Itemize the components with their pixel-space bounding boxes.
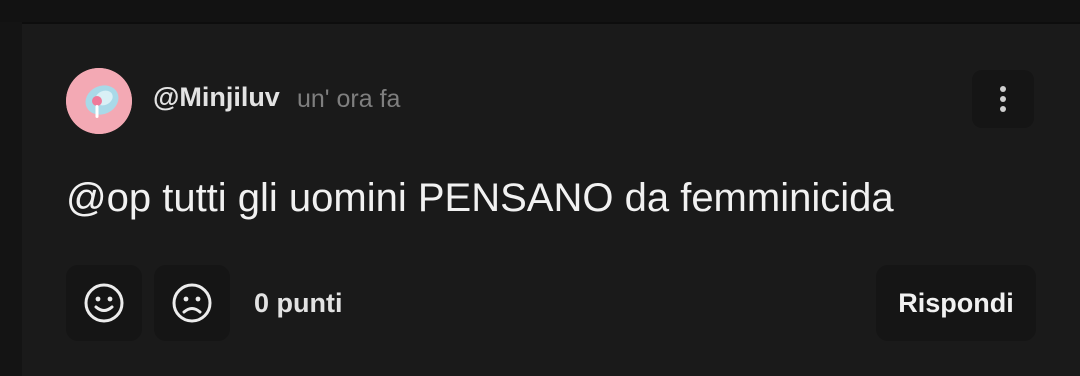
reply-button[interactable]: Rispondi xyxy=(876,265,1036,341)
avatar[interactable] xyxy=(66,68,132,134)
comment-card: @Minjiluv un' ora fa @op tutti gli uomin… xyxy=(22,24,1080,376)
vertical-dots-icon xyxy=(1000,86,1006,112)
username[interactable]: @Minjiluv xyxy=(153,82,280,113)
more-options-button[interactable] xyxy=(972,70,1034,128)
frown-icon xyxy=(172,283,212,323)
points-count: 0 punti xyxy=(254,288,343,318)
upvote-button[interactable] xyxy=(66,265,142,341)
timestamp: un' ora fa xyxy=(297,85,401,113)
downvote-button[interactable] xyxy=(154,265,230,341)
comment-text: @op tutti gli uomini PENSANO da femminic… xyxy=(66,176,894,220)
left-gutter xyxy=(0,22,22,376)
avatar-image xyxy=(66,68,132,134)
smile-icon xyxy=(84,283,124,323)
previous-item-edge xyxy=(0,0,1080,24)
